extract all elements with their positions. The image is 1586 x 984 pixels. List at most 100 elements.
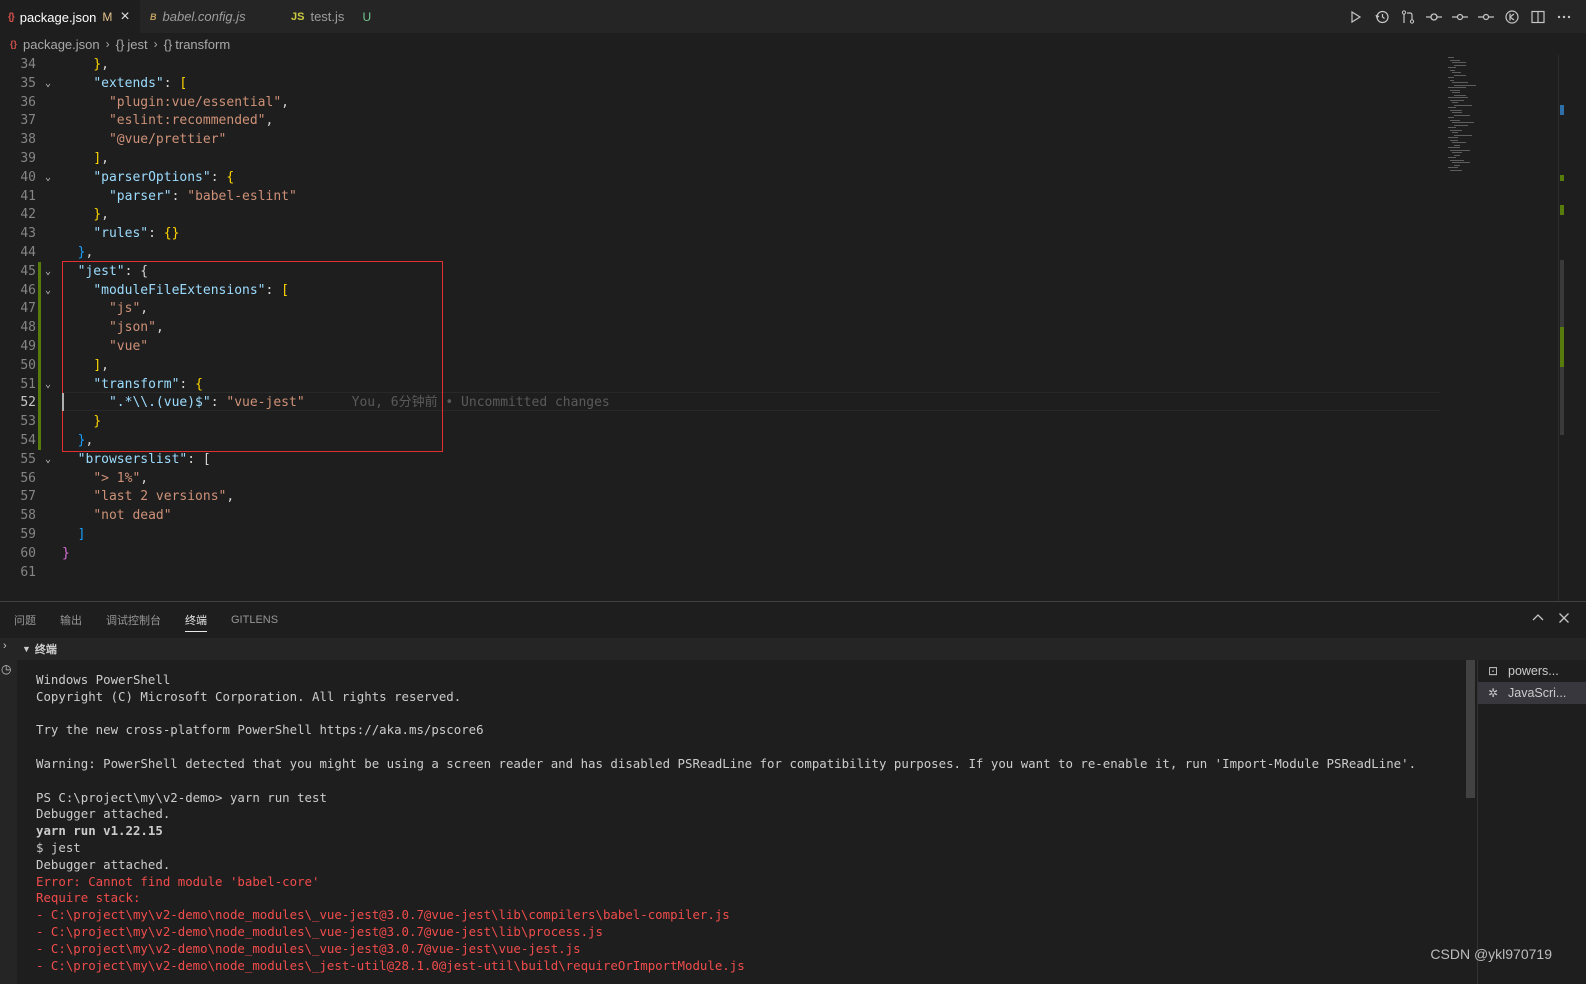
line-number[interactable]: 49 xyxy=(0,337,36,356)
terminal-scrollbar[interactable] xyxy=(1466,660,1475,798)
fold-chevron-icon[interactable]: ⌄ xyxy=(45,168,55,187)
minimap-line xyxy=(1450,119,1460,121)
tab-problems[interactable]: 问题 xyxy=(14,602,36,638)
tab-test-js[interactable]: JS test.js U xyxy=(283,0,398,33)
minimap-line xyxy=(1448,67,1456,68)
terminal-section-header[interactable]: ▼ 终端 xyxy=(17,638,1586,660)
line-number[interactable]: 60 xyxy=(0,544,36,563)
breadcrumb-item-transform[interactable]: transform xyxy=(175,37,230,52)
fold-chevron-icon[interactable]: ⌄ xyxy=(45,450,55,469)
code-text: "plugin:vue/essential", xyxy=(108,94,289,110)
line-number[interactable]: 56 xyxy=(0,469,36,488)
line-number[interactable]: 39 xyxy=(0,149,36,168)
minimap-line xyxy=(1450,159,1464,161)
minimap-line xyxy=(1450,149,1470,151)
line-number[interactable]: 37 xyxy=(0,111,36,130)
git-added-marker[interactable] xyxy=(38,431,41,450)
maximize-panel-icon[interactable] xyxy=(1530,610,1546,626)
history-icon[interactable]: ◷ xyxy=(1,662,11,676)
line-number[interactable]: 51 xyxy=(0,375,36,394)
git-commit-icon[interactable] xyxy=(1426,9,1442,25)
line-number[interactable]: 50 xyxy=(0,356,36,375)
code-text: }, xyxy=(77,245,94,260)
git-added-marker[interactable] xyxy=(38,393,41,413)
chevron-right-icon[interactable]: › xyxy=(3,640,7,652)
tab-output[interactable]: 输出 xyxy=(60,602,82,638)
minimap-line xyxy=(1452,142,1466,143)
code-text: "> 1%", xyxy=(93,470,149,486)
blame-icon[interactable] xyxy=(1504,9,1520,25)
line-number[interactable]: 61 xyxy=(0,563,36,582)
git-added-marker[interactable] xyxy=(38,299,41,319)
git-added-marker[interactable] xyxy=(38,412,41,432)
minimap-line xyxy=(1452,62,1466,63)
minimap-line xyxy=(1448,87,1466,88)
fold-chevron-icon[interactable]: ⌄ xyxy=(45,74,55,93)
more-actions-icon[interactable] xyxy=(1556,9,1572,25)
timeline-icon[interactable] xyxy=(1374,9,1390,25)
line-number[interactable]: 48 xyxy=(0,318,36,337)
fold-chevron-icon[interactable]: ⌄ xyxy=(45,281,55,300)
code-editor[interactable]: 34 }, 35 ⌄ "extends": [36 "plugin:vue/esse… xyxy=(0,55,1586,601)
line-number[interactable]: 46 xyxy=(0,281,36,300)
line-number[interactable]: 55 xyxy=(0,450,36,469)
minimap-line xyxy=(1454,134,1472,136)
line-number[interactable]: 47 xyxy=(0,299,36,318)
terminal-instance-powershell[interactable]: ⊡ powers... xyxy=(1478,660,1586,682)
line-number[interactable]: 45 xyxy=(0,262,36,281)
minimap[interactable] xyxy=(1440,55,1558,601)
git-added-marker[interactable] xyxy=(38,355,41,375)
code-line: 36 "plugin:vue/essential", xyxy=(0,93,1440,112)
breadcrumb-item-jest[interactable]: jest xyxy=(127,37,147,52)
minimap-line xyxy=(1450,69,1455,71)
line-number[interactable]: 58 xyxy=(0,506,36,525)
git-added-marker[interactable] xyxy=(38,261,41,281)
line-number[interactable]: 54 xyxy=(0,431,36,450)
fold-chevron-icon[interactable]: ⌄ xyxy=(45,375,55,394)
minimap-line xyxy=(1454,84,1476,86)
line-number[interactable]: 59 xyxy=(0,525,36,544)
line-number[interactable]: 43 xyxy=(0,224,36,243)
tab-debug-console[interactable]: 调试控制台 xyxy=(106,602,161,638)
close-icon[interactable]: × xyxy=(120,9,129,25)
code-line: 60} xyxy=(0,544,1440,563)
line-number[interactable]: 34 xyxy=(0,55,36,74)
object-icon: {} xyxy=(115,36,125,52)
js-file-icon: JS xyxy=(291,10,305,23)
line-number[interactable]: 52 xyxy=(0,393,36,412)
terminal-instance-javascript-debug[interactable]: ✲ JavaScri... xyxy=(1478,682,1586,704)
tab-package-json[interactable]: {} package.json M × xyxy=(0,0,140,33)
close-icon[interactable] xyxy=(1556,610,1572,626)
previous-change-icon[interactable] xyxy=(1452,9,1468,25)
fold-chevron-icon[interactable]: ⌄ xyxy=(45,262,55,281)
object-icon: {} xyxy=(163,36,173,52)
next-change-icon[interactable] xyxy=(1478,9,1494,25)
tab-babel-config[interactable]: B babel.config.js xyxy=(142,0,282,33)
line-number[interactable]: 53 xyxy=(0,412,36,431)
line-number[interactable]: 36 xyxy=(0,93,36,112)
line-number[interactable]: 44 xyxy=(0,243,36,262)
split-editor-icon[interactable] xyxy=(1530,9,1546,25)
minimap-line xyxy=(1454,104,1472,106)
minimap-line xyxy=(1452,82,1468,83)
line-number[interactable]: 41 xyxy=(0,187,36,206)
chevron-right-icon: › xyxy=(105,37,110,51)
line-number[interactable]: 42 xyxy=(0,205,36,224)
watermark: CSDN @ykl970719 xyxy=(1430,946,1552,962)
git-added-marker[interactable] xyxy=(38,374,41,394)
git-added-marker[interactable] xyxy=(38,318,41,338)
compare-changes-icon[interactable] xyxy=(1400,9,1416,25)
breadcrumb-item-file[interactable]: package.json xyxy=(23,37,100,52)
line-number[interactable]: 38 xyxy=(0,130,36,149)
line-number[interactable]: 35 xyxy=(0,74,36,93)
tab-terminal[interactable]: 终端 xyxy=(185,602,207,638)
git-added-marker[interactable] xyxy=(38,280,41,300)
run-icon[interactable] xyxy=(1348,9,1364,25)
terminal-output[interactable]: Windows PowerShell Copyright (C) Microsof… xyxy=(17,660,1476,984)
git-added-marker[interactable] xyxy=(38,337,41,356)
line-number[interactable]: 57 xyxy=(0,487,36,506)
line-number[interactable]: 40 xyxy=(0,168,36,187)
tab-gitlens[interactable]: GITLENS xyxy=(231,602,278,638)
overview-ruler-mark xyxy=(1560,327,1564,367)
code-text: "rules": {} xyxy=(93,226,180,242)
